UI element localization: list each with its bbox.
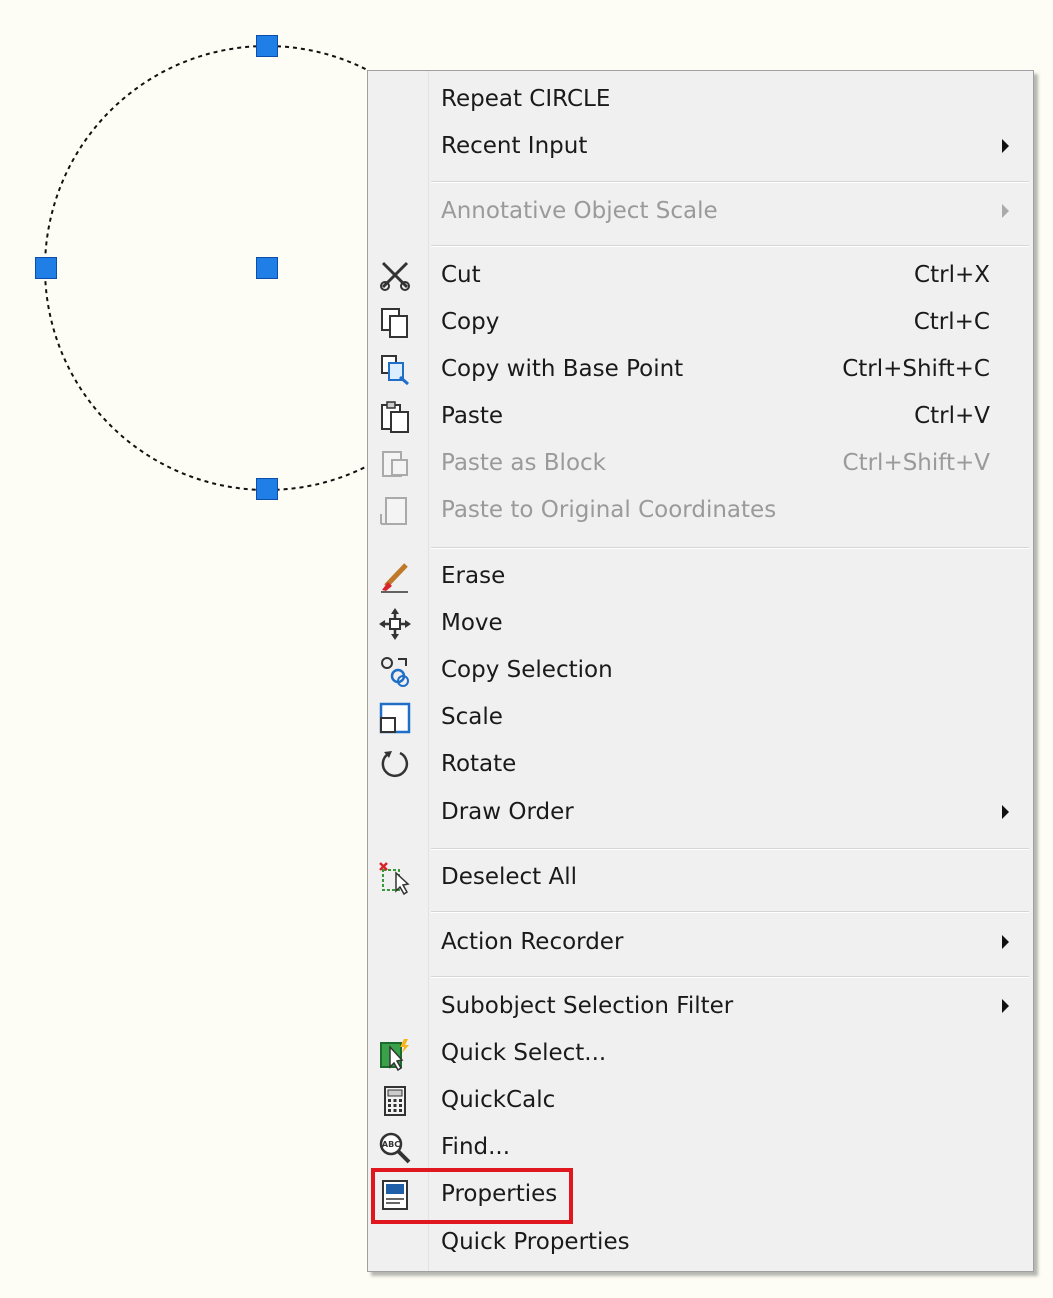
- circle-grip-bottom[interactable]: [256, 478, 278, 500]
- paste-icon: [378, 400, 412, 434]
- menu-item-label: Cut: [441, 262, 481, 288]
- menu-item-label: Move: [441, 610, 503, 636]
- quick-select-icon: [378, 1037, 412, 1071]
- find-icon: ABC: [378, 1131, 412, 1165]
- menu-item-label: Paste to Original Coordinates: [441, 497, 777, 523]
- submenu-arrow-icon: [1002, 805, 1009, 819]
- menu-item-shortcut: Ctrl+Shift+C: [842, 356, 990, 382]
- menu-item-copy-selection[interactable]: Copy Selection: [368, 647, 1033, 694]
- menu-item-scale[interactable]: Scale: [368, 694, 1033, 741]
- circle-grip-left[interactable]: [35, 257, 57, 279]
- menu-item-annotative-object-scale[interactable]: Annotative Object Scale: [368, 188, 1033, 235]
- menu-item-erase[interactable]: Erase: [368, 553, 1033, 600]
- svg-text:ABC: ABC: [382, 1140, 400, 1149]
- menu-item-label: Find...: [441, 1134, 511, 1160]
- paste-coordinates-icon: [378, 494, 412, 528]
- eraser-icon: [378, 560, 412, 594]
- menu-item-label: Repeat CIRCLE: [441, 86, 611, 112]
- menu-item-find[interactable]: ABC Find...: [368, 1124, 1033, 1171]
- circle-grip-center[interactable]: [256, 257, 278, 279]
- menu-item-label: Action Recorder: [441, 929, 624, 955]
- paste-block-icon: [378, 447, 412, 481]
- menu-item-label: QuickCalc: [441, 1087, 556, 1113]
- menu-item-label: Quick Select...: [441, 1040, 607, 1066]
- menu-item-label: Scale: [441, 704, 503, 730]
- menu-item-label: Paste as Block: [441, 450, 606, 476]
- menu-item-label: Quick Properties: [441, 1229, 630, 1255]
- menu-item-shortcut: Ctrl+V: [914, 403, 990, 429]
- menu-item-paste[interactable]: Paste Ctrl+V: [368, 393, 1033, 440]
- menu-item-label: Annotative Object Scale: [441, 198, 718, 224]
- deselect-icon: [378, 861, 412, 895]
- menu-item-label: Copy with Base Point: [441, 356, 684, 382]
- menu-separator: [431, 976, 1029, 978]
- scissors-icon: [378, 259, 412, 293]
- menu-item-copy-with-base-point[interactable]: Copy with Base Point Ctrl+Shift+C: [368, 346, 1033, 393]
- submenu-arrow-icon: [1002, 999, 1009, 1013]
- context-menu: Repeat CIRCLE Recent Input Annotative Ob…: [367, 70, 1034, 1272]
- menu-item-label: Erase: [441, 563, 506, 589]
- submenu-arrow-icon: [1002, 935, 1009, 949]
- menu-item-shortcut: Ctrl+C: [913, 309, 990, 335]
- menu-item-label: Draw Order: [441, 799, 574, 825]
- menu-item-deselect-all[interactable]: Deselect All: [368, 854, 1033, 901]
- calculator-icon: [378, 1084, 412, 1118]
- rotate-icon: [378, 748, 412, 782]
- move-icon: [378, 607, 412, 641]
- copy-icon: [378, 306, 412, 340]
- menu-item-label: Deselect All: [441, 864, 578, 890]
- properties-highlight-box: [371, 1168, 573, 1224]
- menu-item-move[interactable]: Move: [368, 600, 1033, 647]
- menu-item-paste-to-original-coordinates[interactable]: Paste to Original Coordinates: [368, 487, 1033, 534]
- menu-item-subobject-selection-filter[interactable]: Subobject Selection Filter: [368, 983, 1033, 1030]
- menu-item-label: Copy: [441, 309, 500, 335]
- menu-item-label: Recent Input: [441, 133, 588, 159]
- submenu-arrow-icon: [1002, 139, 1009, 153]
- menu-item-copy[interactable]: Copy Ctrl+C: [368, 299, 1033, 346]
- menu-separator: [431, 848, 1029, 850]
- menu-item-label: Paste: [441, 403, 504, 429]
- menu-item-draw-order[interactable]: Draw Order: [368, 789, 1033, 836]
- menu-item-label: Subobject Selection Filter: [441, 993, 734, 1019]
- menu-item-paste-as-block[interactable]: Paste as Block Ctrl+Shift+V: [368, 440, 1033, 487]
- circle-grip-top[interactable]: [256, 35, 278, 57]
- menu-item-recent-input[interactable]: Recent Input: [368, 123, 1033, 170]
- submenu-arrow-icon: [1002, 204, 1009, 218]
- menu-item-shortcut: Ctrl+Shift+V: [842, 450, 990, 476]
- copy-base-point-icon: [378, 353, 412, 387]
- menu-item-repeat-circle[interactable]: Repeat CIRCLE: [368, 76, 1033, 123]
- menu-item-quickcalc[interactable]: QuickCalc: [368, 1077, 1033, 1124]
- menu-item-quick-select[interactable]: Quick Select...: [368, 1030, 1033, 1077]
- menu-item-label: Rotate: [441, 751, 517, 777]
- copy-selection-icon: [378, 654, 412, 688]
- menu-separator: [431, 911, 1029, 913]
- menu-item-rotate[interactable]: Rotate: [368, 741, 1033, 788]
- scale-icon: [378, 701, 412, 735]
- menu-item-cut[interactable]: Cut Ctrl+X: [368, 252, 1033, 299]
- menu-item-quick-properties[interactable]: Quick Properties: [368, 1219, 1033, 1266]
- menu-item-label: Copy Selection: [441, 657, 613, 683]
- menu-separator: [431, 547, 1029, 549]
- menu-separator: [431, 181, 1029, 183]
- menu-item-shortcut: Ctrl+X: [914, 262, 990, 288]
- menu-separator: [431, 245, 1029, 247]
- menu-item-action-recorder[interactable]: Action Recorder: [368, 919, 1033, 966]
